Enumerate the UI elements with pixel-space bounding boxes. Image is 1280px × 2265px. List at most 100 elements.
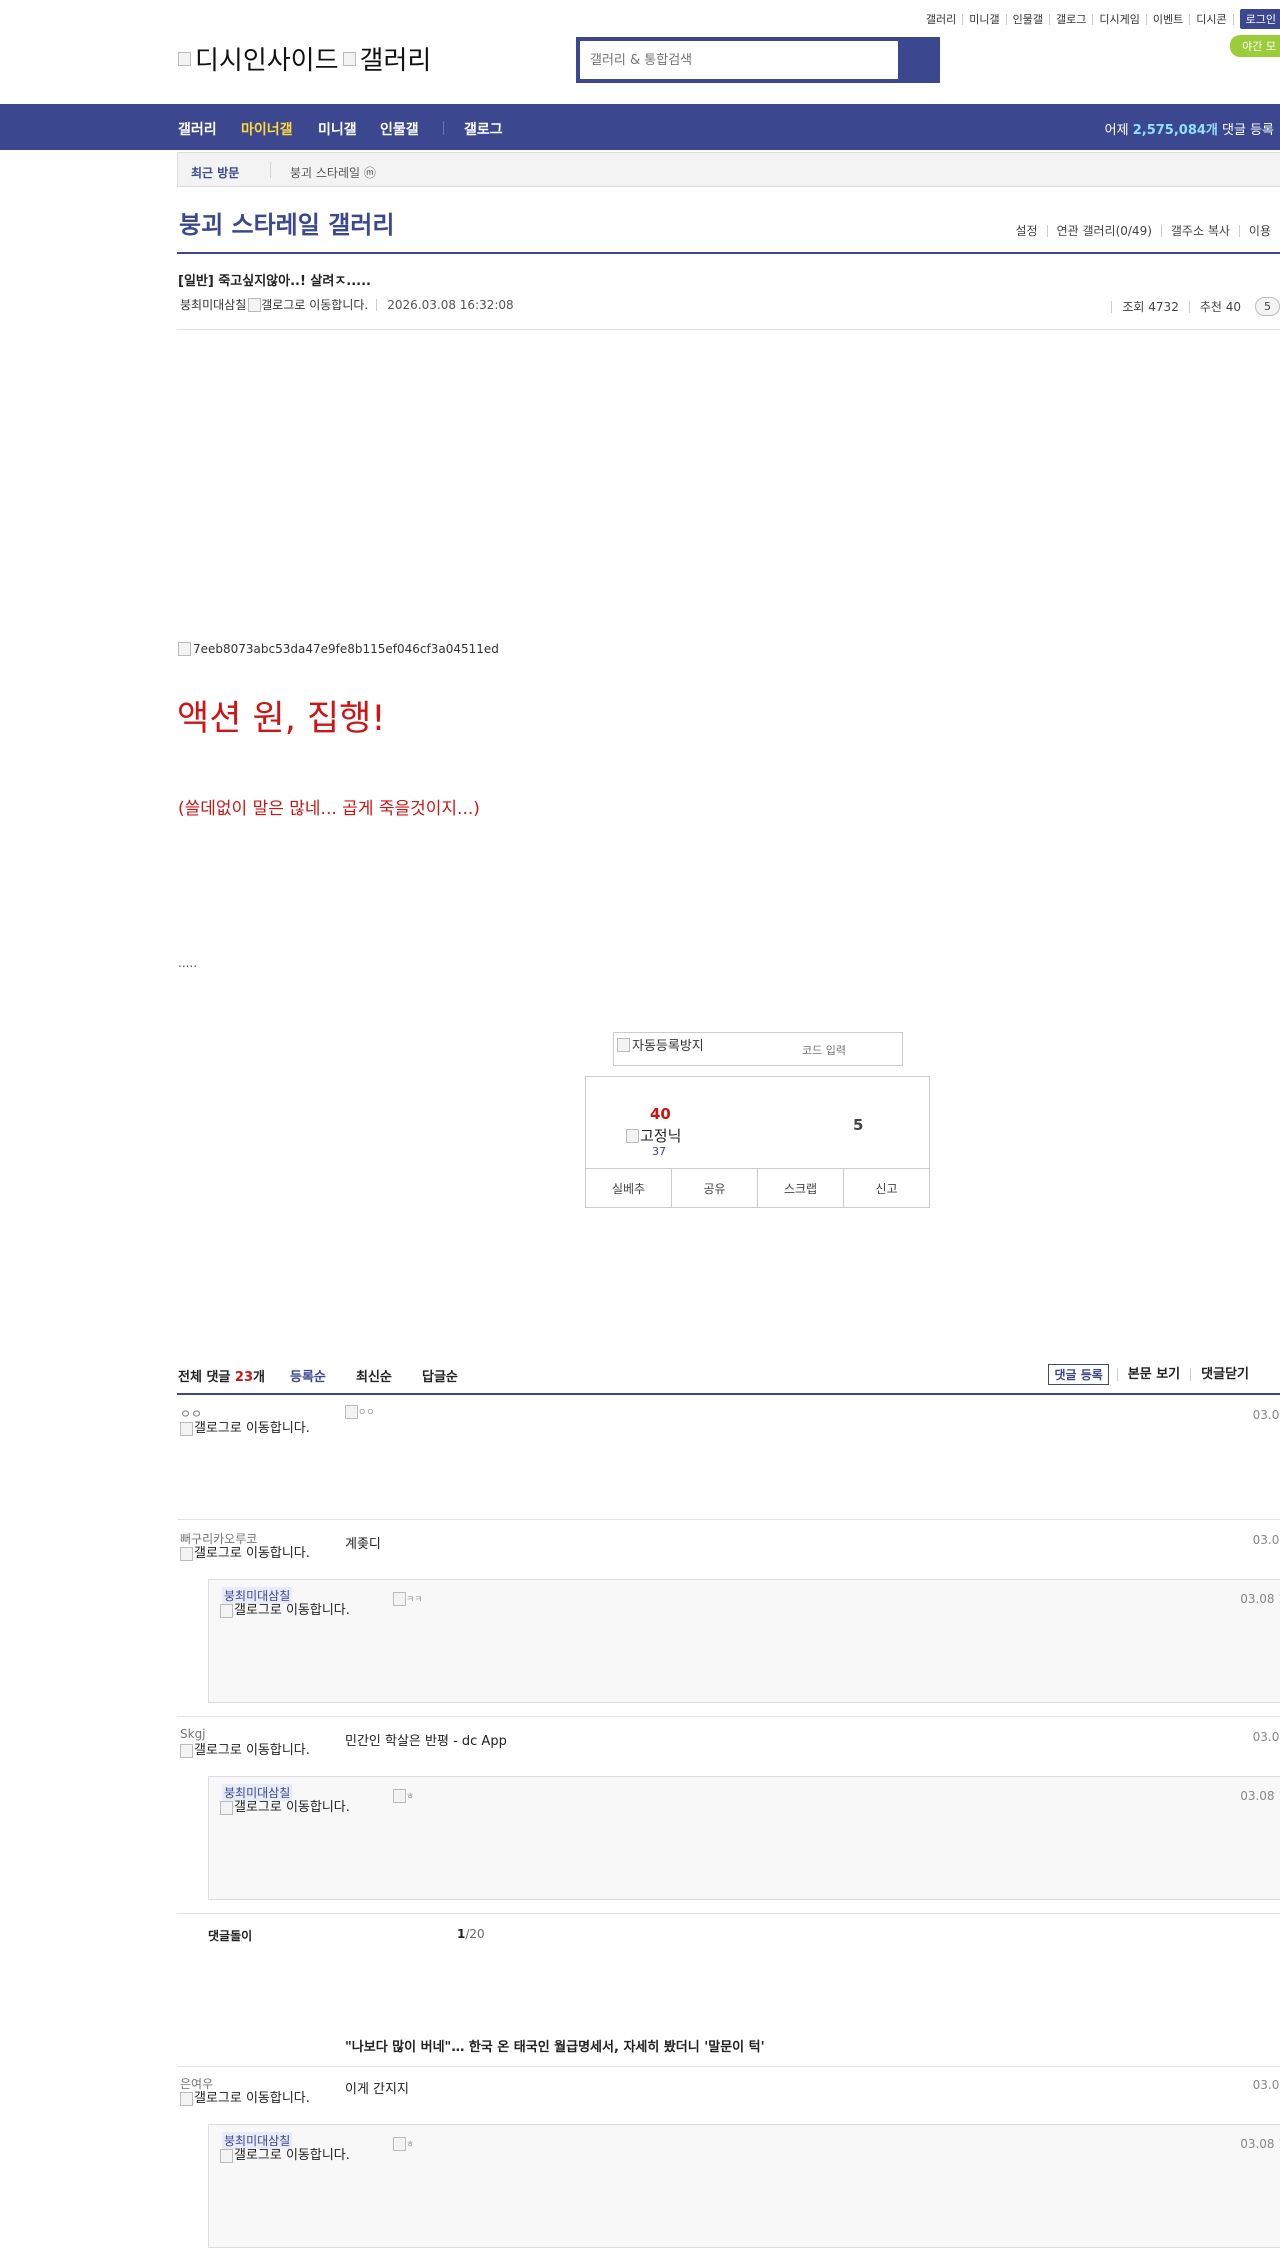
reply-image-alt: ㅎ — [406, 1792, 415, 1802]
gallog-link[interactable]: 갤로그로 이동합니다. — [180, 2092, 310, 2106]
divider — [270, 162, 271, 178]
night-mode-toggle[interactable]: 야간 모 — [1230, 35, 1280, 57]
gallog-link[interactable]: 갤로그로 이동합니다. — [220, 1801, 350, 1815]
nav-mini-gallery[interactable]: 미니갤 — [318, 119, 357, 139]
related-gallery-link[interactable]: 연관 갤러리(0/49) — [1046, 225, 1161, 237]
reply-image[interactable]: ㅋㅋ — [393, 1592, 423, 1606]
reply-nick[interactable]: 붕최미대삼칠 — [222, 2132, 293, 2149]
gallog-link[interactable]: 갤로그로 이동합니다. — [220, 1604, 350, 1618]
pager-total: /20 — [465, 1927, 485, 1941]
comment-count-pill[interactable]: 5 — [1255, 297, 1280, 316]
usage-link[interactable]: 이용 — [1238, 225, 1280, 237]
recommend-actions: 실베추 공유 스크랩 신고 — [586, 1168, 929, 1207]
gallog-link[interactable]: 갤로그로 이동합니다. — [220, 2149, 350, 2163]
gallog-alt-text: 갤로그로 이동합니다. — [194, 1546, 310, 1561]
nav-gallery[interactable]: 갤러리 — [178, 119, 217, 139]
comment-date: 03.08 — [1252, 1533, 1280, 1547]
post-author[interactable]: 붕최미대삼칠 — [180, 296, 246, 313]
sort-registered[interactable]: 등록순 — [290, 1366, 326, 1385]
news-divider — [177, 2066, 1280, 2067]
comment-nick[interactable]: ㅇㅇ — [180, 1405, 202, 1422]
post-recommend: 추천 40 — [1188, 300, 1251, 313]
reply-date: 03.08 1 — [1240, 2137, 1280, 2151]
broken-image-icon — [220, 2149, 233, 2163]
post-subline: (쓸데없이 말은 많네... 곱게 죽을것이지...) — [178, 799, 480, 819]
share-button[interactable]: 공유 — [671, 1169, 757, 1207]
search-button[interactable] — [902, 41, 936, 79]
close-comments-button[interactable]: 댓글닫기 — [1190, 1368, 1259, 1381]
broken-image-icon — [345, 1405, 358, 1419]
site-logo[interactable]: 디시인사이드 갤러리 — [178, 40, 431, 77]
sort-latest[interactable]: 최신순 — [356, 1366, 392, 1385]
recommend-up-count[interactable]: 40 — [650, 1105, 671, 1123]
gallery-settings-link[interactable]: 설정 — [1006, 225, 1046, 237]
broken-image-icon — [180, 1422, 193, 1436]
nav-minor-gallery[interactable]: 마이너갤 — [241, 119, 293, 139]
comment-nick[interactable]: Skgj — [180, 1727, 206, 1741]
gallery-title[interactable]: 붕괴 스타레일 갤러리 — [179, 205, 394, 240]
gallog-icon[interactable] — [248, 297, 262, 312]
login-button[interactable]: 로그인 — [1239, 9, 1280, 29]
broken-image-icon — [393, 1592, 406, 1606]
recent-visit-item[interactable]: 붕괴 스타레일 ⓜ — [290, 164, 376, 181]
reply-item: 붕최미대삼칠 갤로그로 이동합니다. ㅎ 03.08 1 — [208, 1776, 1280, 1900]
scrap-button[interactable]: 스크랩 — [757, 1169, 843, 1207]
broken-image-icon — [393, 1789, 406, 1803]
util-link-event[interactable]: 이벤트 — [1147, 13, 1191, 25]
gallog-link[interactable]: 갤로그로 이동합니다. — [180, 1422, 310, 1436]
reply-nick[interactable]: 붕최미대삼칠 — [222, 1784, 293, 1801]
reply-image[interactable]: ㅎ — [393, 2137, 414, 2151]
view-body-button[interactable]: 본문 보기 — [1116, 1368, 1190, 1381]
comment-image[interactable]: ㅇㅇ — [345, 1405, 375, 1419]
search-input[interactable] — [580, 41, 898, 79]
post-headline: 액션 원, 집행! — [177, 699, 386, 739]
post-image[interactable]: 7eeb8073abc53da47e9fe8b115ef046cf3a04511… — [178, 642, 499, 656]
post-title: [일반] 죽고싶지않아..! 살려ㅈ..... — [178, 274, 371, 289]
sort-replies[interactable]: 답글순 — [422, 1366, 458, 1385]
comment-date: 03.08 — [1252, 2078, 1280, 2092]
comment-count-banner: 어제 2,575,084개 댓글 등록 — [1105, 119, 1274, 138]
recent-visit-label[interactable]: 최근 방문 — [191, 164, 239, 181]
gallog-alt-text: 갤로그로 이동합니다. — [194, 2091, 310, 2106]
broken-image-icon — [180, 2092, 193, 2106]
best-recommend-button[interactable]: 실베추 — [586, 1169, 671, 1207]
reply-nick[interactable]: 붕최미대삼칠 — [222, 1587, 293, 1604]
comment-nick[interactable]: 은여우 — [180, 2075, 213, 2092]
gallog-link[interactable]: 갤로그로 이동합니다. — [180, 1547, 310, 1561]
nav-gallog[interactable]: 갤로그 — [464, 119, 503, 139]
reply-image-alt: ㅋㅋ — [406, 1595, 423, 1605]
nav-person-gallery[interactable]: 인물갤 — [380, 119, 419, 139]
gallog-alt-text[interactable]: 갤로그로 이동합니다. — [261, 296, 368, 313]
util-link-person[interactable]: 인물갤 — [1007, 13, 1051, 25]
fixed-nick-recommend[interactable]: 고정닉 — [626, 1125, 681, 1146]
report-button[interactable]: 신고 — [843, 1169, 929, 1207]
title-divider — [177, 252, 1280, 254]
comment-register-button[interactable]: 댓글 등록 — [1048, 1364, 1109, 1385]
copy-address-link[interactable]: 갤주소 복사 — [1160, 225, 1239, 237]
post-meta: 붕최미대삼칠 갤로그로 이동합니다. 2026.03.08 16:32:08 — [180, 296, 514, 313]
util-link-mini[interactable]: 미니갤 — [963, 13, 1007, 25]
gallog-link[interactable]: 갤로그로 이동합니다. — [180, 1744, 310, 1758]
search-box — [576, 37, 940, 83]
nav-divider — [443, 121, 444, 135]
reply-date: 03.08 1 — [1240, 1592, 1280, 1606]
comment-total-suffix: 개 — [253, 1370, 265, 1385]
reply-image[interactable]: ㅎ — [393, 1789, 414, 1803]
post-views: 조회 4732 — [1111, 300, 1188, 313]
broken-image-icon — [220, 1801, 233, 1815]
news-headline-link[interactable]: "나보다 많이 버네"… 한국 온 태국인 월급명세서, 자세히 봤더니 '말문… — [345, 2036, 765, 2055]
gallery-links: 설정 연관 갤러리(0/49) 갤주소 복사 이용 — [1006, 225, 1280, 237]
post-stats: 조회 4732 추천 40 5 — [1111, 297, 1280, 316]
recommend-down-count[interactable]: 5 — [853, 1116, 863, 1134]
util-link-gallog[interactable]: 갤로그 — [1050, 13, 1094, 25]
util-link-gallery[interactable]: 갤러리 — [920, 13, 964, 25]
gallog-alt-text: 갤로그로 이동합니다. — [234, 1603, 350, 1618]
captcha-input[interactable] — [749, 1038, 899, 1062]
util-link-dccon[interactable]: 디시콘 — [1190, 13, 1234, 25]
reply-date: 03.08 1 — [1240, 1789, 1280, 1803]
util-link-dcgame[interactable]: 디시게임 — [1093, 13, 1147, 25]
captcha-image[interactable]: 자동등록방지 — [617, 1035, 704, 1054]
reply-image-alt: ㅎ — [406, 2140, 415, 2150]
comment-text: 이게 간지지 — [345, 2082, 409, 2097]
comment-nick[interactable]: 뻐구리카오루코 — [180, 1530, 257, 1547]
